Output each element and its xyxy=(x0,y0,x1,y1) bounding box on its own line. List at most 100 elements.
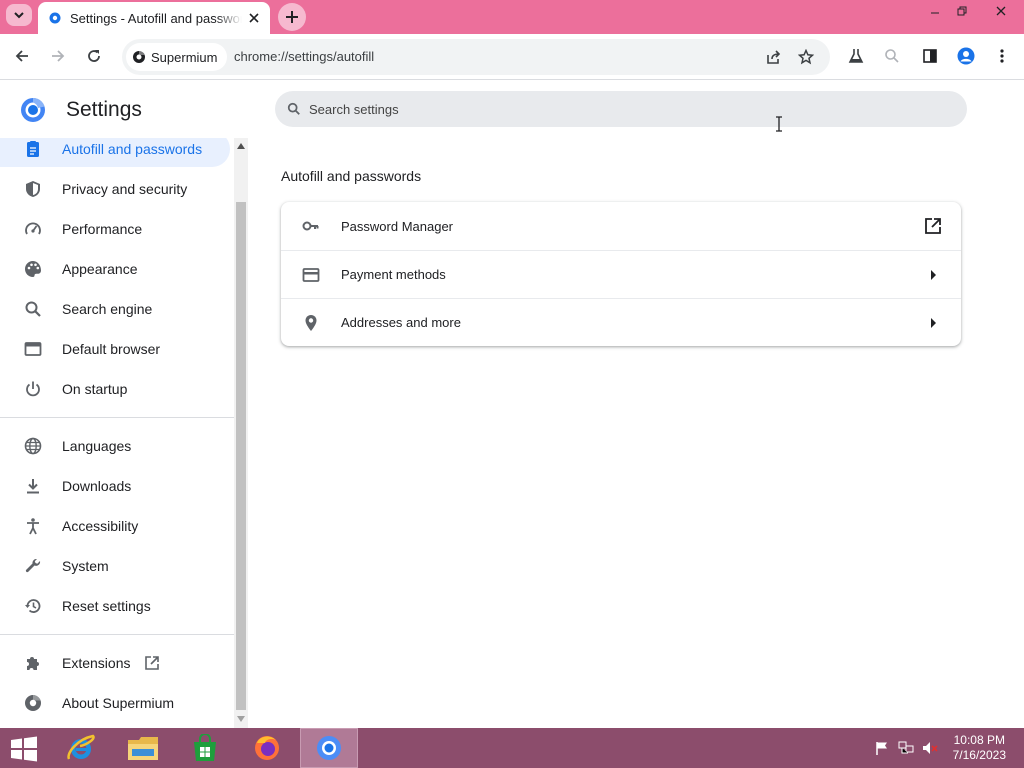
menu-button[interactable] xyxy=(988,42,1016,70)
taskbar: 10:08 PM 7/16/2023 xyxy=(0,728,1024,768)
globe-icon xyxy=(24,437,42,455)
supermium-logo-icon xyxy=(25,695,41,711)
sidebar-item-label: About Supermium xyxy=(62,695,175,711)
sidebar-scrollbar-thumb[interactable] xyxy=(236,202,246,710)
address-bar[interactable]: Supermium chrome://settings/autofill xyxy=(122,39,830,75)
close-window-button[interactable] xyxy=(986,0,1016,22)
reload-icon xyxy=(88,50,100,62)
start-button[interactable] xyxy=(6,734,42,764)
browser-window-icon xyxy=(24,342,42,356)
find-button[interactable] xyxy=(878,42,906,70)
clock-time: 10:08 PM xyxy=(953,733,1005,747)
text-cursor-icon xyxy=(776,116,782,132)
shield-icon xyxy=(26,181,40,197)
clock-date: 7/16/2023 xyxy=(952,748,1006,762)
minimize-button[interactable] xyxy=(920,0,950,22)
location-pin-icon xyxy=(301,313,321,333)
arrow-right-icon[interactable] xyxy=(921,311,945,335)
sidebar-item-appearance[interactable]: Appearance xyxy=(0,251,230,287)
open-in-new-icon[interactable] xyxy=(921,214,945,238)
sidebar-divider xyxy=(0,417,234,418)
page-title: Settings xyxy=(66,98,142,121)
back-button[interactable] xyxy=(8,42,36,70)
restore-button[interactable] xyxy=(947,0,977,22)
firefox-icon xyxy=(255,736,279,760)
labs-button[interactable] xyxy=(842,42,870,70)
tab-title: Settings - Autofill and passwords xyxy=(70,10,242,26)
sidebar-item-reset-settings[interactable]: Reset settings xyxy=(0,588,230,624)
download-icon xyxy=(27,479,39,494)
sidebar-item-autofill[interactable]: Autofill and passwords xyxy=(0,138,230,167)
sidebar-item-label: Search engine xyxy=(62,301,153,317)
flag-icon[interactable] xyxy=(874,740,890,756)
taskbar-file-explorer[interactable] xyxy=(114,728,172,768)
reload-button[interactable] xyxy=(80,42,108,70)
sidebar-item-label: Extensions xyxy=(62,655,131,671)
settings-sidebar: Autofill and passwords Privacy and secur… xyxy=(0,138,234,728)
avatar-icon xyxy=(957,47,975,65)
sidebar-item-label: Reset settings xyxy=(62,598,151,614)
share-button[interactable] xyxy=(760,43,788,71)
taskbar-firefox[interactable] xyxy=(238,728,296,768)
sidebar-item-label: Privacy and security xyxy=(62,181,188,197)
sidebar-item-default-browser[interactable]: Default browser xyxy=(0,331,230,367)
more-vert-icon xyxy=(1000,49,1004,63)
site-info-chip[interactable]: Supermium xyxy=(126,43,228,71)
volume-muted-icon[interactable] xyxy=(922,740,938,756)
password-manager-row[interactable]: Password Manager xyxy=(281,202,961,250)
sidebar-item-about[interactable]: About Supermium xyxy=(0,685,230,721)
url-text[interactable]: chrome://settings/autofill xyxy=(234,49,374,64)
close-tab-icon[interactable] xyxy=(246,10,262,26)
sidebar-item-system[interactable]: System xyxy=(0,548,230,584)
payment-methods-row[interactable]: Payment methods xyxy=(281,250,961,298)
windows-logo-icon xyxy=(11,736,37,762)
puzzle-icon xyxy=(27,657,39,670)
bookmark-button[interactable] xyxy=(792,43,820,71)
power-icon xyxy=(26,381,40,397)
taskbar-internet-explorer[interactable] xyxy=(52,728,110,768)
sidebar-item-on-startup[interactable]: On startup xyxy=(0,371,230,407)
internet-explorer-icon xyxy=(67,734,95,760)
addresses-row[interactable]: Addresses and more xyxy=(281,298,961,346)
scroll-down-arrow[interactable] xyxy=(236,714,246,724)
settings-search-box[interactable] xyxy=(275,91,967,127)
system-clock[interactable]: 10:08 PM 7/16/2023 xyxy=(953,733,1006,763)
title-bar: Settings - Autofill and passwords xyxy=(0,0,1024,34)
sidebar-divider xyxy=(0,634,234,635)
row-label: Payment methods xyxy=(341,267,446,282)
sidebar-item-label: Performance xyxy=(62,221,143,237)
palette-icon xyxy=(25,261,41,277)
clipboard-icon xyxy=(27,141,39,157)
network-icon[interactable] xyxy=(898,740,914,756)
search-icon xyxy=(25,301,41,317)
history-icon xyxy=(25,599,41,613)
sidebar-item-accessibility[interactable]: Accessibility xyxy=(0,508,230,544)
sidebar-item-languages[interactable]: Languages xyxy=(0,428,230,464)
plus-icon xyxy=(286,11,298,23)
taskbar-store[interactable] xyxy=(176,728,234,768)
profile-button[interactable] xyxy=(952,42,980,70)
new-tab-button[interactable] xyxy=(278,3,306,31)
arrow-right-icon[interactable] xyxy=(921,263,945,287)
scroll-up-arrow[interactable] xyxy=(236,141,246,151)
supermium-logo-icon xyxy=(133,51,145,63)
sidebar-item-performance[interactable]: Performance xyxy=(0,211,230,247)
side-panel-button[interactable] xyxy=(916,42,944,70)
tab-search-button[interactable] xyxy=(6,4,32,26)
sidebar-item-downloads[interactable]: Downloads xyxy=(0,468,230,504)
sidebar-item-extensions[interactable]: Extensions xyxy=(0,645,230,681)
sidebar-item-privacy[interactable]: Privacy and security xyxy=(0,171,230,207)
taskbar-supermium[interactable] xyxy=(300,728,358,768)
browser-toolbar: Supermium chrome://settings/autofill xyxy=(0,34,1024,80)
sidebar-item-search-engine[interactable]: Search engine xyxy=(0,291,230,327)
search-input[interactable] xyxy=(309,101,929,117)
sidebar-item-label: Downloads xyxy=(62,478,132,494)
browser-tab[interactable]: Settings - Autofill and passwords xyxy=(38,2,270,34)
flask-icon xyxy=(848,49,864,63)
forward-button[interactable] xyxy=(44,42,72,70)
wrench-icon xyxy=(25,558,41,573)
autofill-card: Password Manager Payment methods Address… xyxy=(281,202,961,346)
open-in-new-icon xyxy=(145,656,160,670)
star-icon xyxy=(798,49,814,65)
share-icon xyxy=(767,50,781,64)
